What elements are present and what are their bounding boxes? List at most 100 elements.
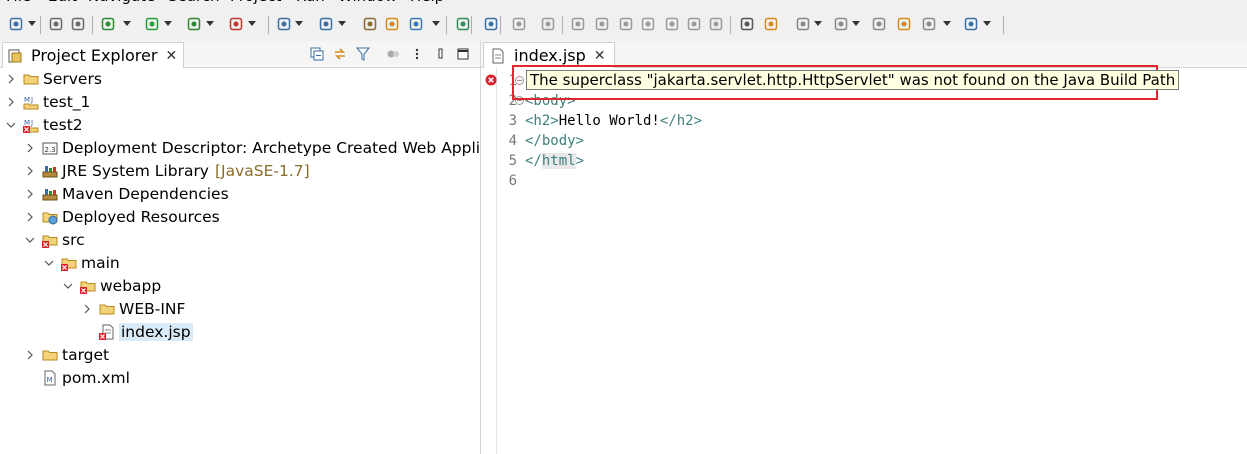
dropdown-arrow-icon[interactable] — [852, 21, 860, 26]
new-java-project-icon[interactable] — [318, 16, 334, 32]
menu-project[interactable]: Project — [230, 0, 281, 5]
tree-item-label: main — [81, 254, 120, 272]
chevron-right-icon[interactable] — [24, 165, 36, 177]
tree-item-src[interactable]: src — [24, 229, 85, 251]
menu-navigate[interactable]: Navigate — [88, 0, 155, 5]
dropdown-arrow-icon[interactable] — [338, 21, 346, 26]
last-edit-icon[interactable] — [871, 16, 887, 32]
editor-tab-label: index.jsp — [514, 46, 586, 65]
drop-to-frame-icon[interactable] — [708, 16, 724, 32]
tree-item-webapp[interactable]: webapp — [62, 275, 161, 297]
chevron-down-icon[interactable] — [43, 257, 55, 269]
html-tag-token: </body> — [525, 133, 585, 149]
save-icon[interactable] — [48, 16, 64, 32]
code-text: </html> — [525, 153, 584, 169]
open-type-icon[interactable] — [362, 16, 378, 32]
chevron-down-icon[interactable] — [62, 280, 74, 292]
run-icon[interactable] — [144, 16, 160, 32]
tree-item-index-jsp[interactable]: index.jsp — [81, 321, 193, 343]
minimize-icon[interactable] — [434, 47, 448, 61]
forward-icon[interactable] — [921, 16, 937, 32]
tree-item-pom-xml[interactable]: Mpom.xml — [24, 367, 130, 389]
task-icon[interactable] — [483, 16, 499, 32]
close-icon[interactable]: ✕ — [594, 48, 606, 64]
menu-window[interactable]: Window — [338, 0, 397, 5]
chevron-right-icon[interactable] — [24, 142, 36, 154]
dropdown-arrow-icon[interactable] — [206, 21, 214, 26]
library-icon — [42, 186, 58, 202]
collapse-all-icon[interactable] — [310, 47, 324, 61]
tree-item-web-inf[interactable]: WEB-INF — [81, 298, 185, 320]
dropdown-arrow-icon[interactable] — [164, 21, 172, 26]
tree-item-label: target — [62, 346, 110, 364]
skip-breakpoints-icon[interactable] — [511, 16, 527, 32]
chevron-right-icon[interactable] — [5, 96, 17, 108]
resume-icon[interactable] — [540, 16, 556, 32]
maximize-icon[interactable] — [456, 47, 470, 61]
chevron-right-icon[interactable] — [24, 211, 36, 223]
terminate-icon[interactable] — [594, 16, 610, 32]
menu-run[interactable]: Run — [296, 0, 325, 5]
new-server-icon[interactable] — [276, 16, 292, 32]
view-menu-icon[interactable] — [410, 47, 424, 61]
dropdown-arrow-icon[interactable] — [983, 21, 991, 26]
menu-file[interactable]: File — [6, 0, 31, 5]
external-tools-icon[interactable] — [228, 16, 244, 32]
step-return-icon[interactable] — [686, 16, 702, 32]
dropdown-arrow-icon[interactable] — [432, 21, 440, 26]
dropdown-arrow-icon[interactable] — [295, 21, 303, 26]
error-tooltip: The superclass "jakarta.servlet.http.Htt… — [526, 70, 1180, 90]
filter-icon[interactable] — [356, 47, 370, 61]
dropdown-arrow-icon[interactable] — [248, 21, 256, 26]
new-icon[interactable] — [8, 16, 24, 32]
open-resource-icon[interactable] — [455, 16, 471, 32]
disconnect-icon[interactable] — [618, 16, 634, 32]
menu-search[interactable]: Search — [168, 0, 220, 5]
chevron-down-icon[interactable] — [24, 234, 36, 246]
tree-item-maven-dependencies[interactable]: Maven Dependencies — [24, 183, 229, 205]
folder-icon — [42, 347, 58, 363]
coverage-icon[interactable] — [186, 16, 202, 32]
tree-item-jre-system-library[interactable]: JRE System Library [JavaSE-1.7] — [24, 160, 310, 182]
tree-item-target[interactable]: target — [24, 344, 109, 366]
suspend-icon[interactable] — [570, 16, 586, 32]
print-icon[interactable] — [70, 16, 86, 32]
tab-project-explorer[interactable]: Project Explorer ✕ — [2, 42, 185, 68]
dropdown-arrow-icon[interactable] — [123, 21, 131, 26]
chevron-right-icon[interactable] — [24, 349, 36, 361]
pin-icon[interactable] — [963, 16, 979, 32]
show-whitespace-icon[interactable] — [763, 16, 779, 32]
chevron-down-icon[interactable] — [5, 119, 17, 131]
tree-item-main[interactable]: main — [43, 252, 120, 274]
step-into-icon[interactable] — [640, 16, 656, 32]
step-over-icon[interactable] — [664, 16, 680, 32]
dropdown-arrow-icon[interactable] — [943, 21, 951, 26]
previous-annotation-icon[interactable] — [833, 16, 849, 32]
tree-item-test-1[interactable]: M Jtest_1 — [5, 91, 90, 113]
toolbar-separator — [92, 16, 93, 34]
tree-item-deployment-descriptor-archetype-created-web-application[interactable]: 2.3 Deployment Descriptor: Archetype Crea… — [24, 137, 528, 159]
search-icon[interactable] — [384, 16, 400, 32]
html-tag-token: </ — [525, 153, 542, 169]
link-with-editor-icon[interactable] — [333, 47, 347, 61]
next-annotation-icon[interactable] — [795, 16, 811, 32]
globe-icon[interactable] — [408, 16, 424, 32]
menu-edit[interactable]: Edit — [48, 0, 77, 5]
close-icon[interactable]: ✕ — [165, 48, 177, 64]
toggle-word-wrap-icon[interactable] — [739, 16, 755, 32]
debug-icon[interactable] — [100, 16, 116, 32]
tree-item-test2[interactable]: M Jtest2 — [5, 114, 83, 136]
tree-item-servers[interactable]: Servers — [5, 68, 102, 90]
chevron-right-icon[interactable] — [24, 188, 36, 200]
focus-on-task-icon[interactable] — [386, 47, 400, 61]
tree-item-deployed-resources[interactable]: Deployed Resources — [24, 206, 220, 228]
menu-bar: File Edit Navigate Search Project Run Window He… — [0, 0, 1247, 7]
menu-help[interactable]: Help — [410, 0, 444, 5]
back-icon[interactable] — [896, 16, 912, 32]
html-tag-token: <h2> — [525, 113, 559, 129]
dropdown-arrow-icon[interactable] — [28, 21, 36, 26]
chevron-right-icon[interactable] — [5, 73, 17, 85]
dropdown-arrow-icon[interactable] — [814, 21, 822, 26]
chevron-right-icon[interactable] — [81, 303, 93, 315]
